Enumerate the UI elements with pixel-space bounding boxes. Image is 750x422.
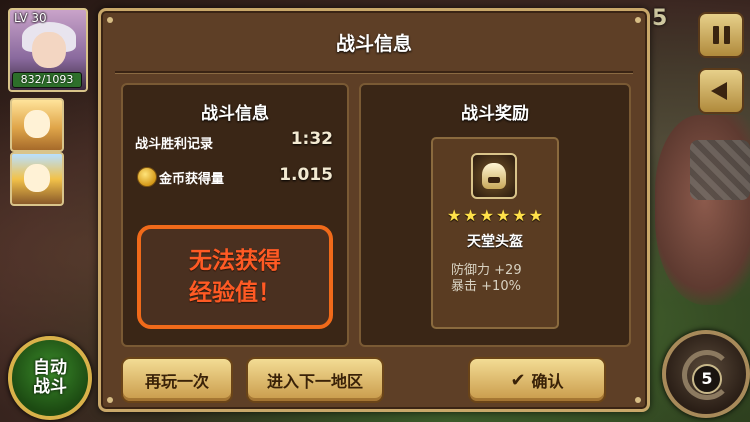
helmet-visor <box>488 177 500 183</box>
stat-label: 暴击 <box>451 279 478 294</box>
party-member-avatar[interactable] <box>10 152 64 206</box>
panel-rivet <box>107 397 113 403</box>
replay-button[interactable]: 再玩一次 <box>121 357 233 403</box>
star-icon: ★ <box>512 206 527 225</box>
battle-reward-section: 战斗奖励 ★ ★ ★ ★ ★ ★ 天堂头盔 防御力 +29 暴击 +10% <box>359 83 631 347</box>
horn-icon <box>711 82 727 100</box>
gold-gained-label: 金币获得量 <box>159 172 225 187</box>
auto-battle-button[interactable]: 自动 战斗 <box>8 336 92 420</box>
star-icon: ★ <box>528 206 544 225</box>
helmet-shape <box>482 163 506 189</box>
confirm-button[interactable]: ✔ 确认 <box>468 357 606 403</box>
victory-record-value: 1:32 <box>290 129 333 149</box>
battle-reward-title: 战斗奖励 <box>461 104 529 124</box>
panel-rivet <box>107 17 113 23</box>
star-icon: ★ <box>496 206 511 225</box>
star-icon: ★ <box>463 206 478 225</box>
star-icon: ★ <box>479 206 494 225</box>
auto-battle-label-2: 战斗 <box>33 377 67 397</box>
hero-avatar[interactable]: LV 30 832/1093 <box>8 8 88 92</box>
pause-button[interactable] <box>698 12 744 58</box>
item-rarity-stars: ★ ★ ★ ★ ★ ★ <box>437 207 553 225</box>
item-stat-defense: 防御力 +29 <box>451 263 522 278</box>
hero-level: LV 30 <box>14 11 47 25</box>
avatar-face <box>32 32 66 68</box>
star-icon: ★ <box>446 206 462 225</box>
gold-gained-value: 1.015 <box>279 165 333 185</box>
no-exp-warning: 无法获得 经验值！ <box>137 225 333 329</box>
next-area-button[interactable]: 进入下一地区 <box>246 357 384 403</box>
item-stat-crit: 暴击 +10% <box>451 279 521 294</box>
skill-button[interactable]: 5 <box>662 330 750 418</box>
battle-info-title: 战斗信息 <box>201 104 269 124</box>
stat-label: 防御力 <box>451 263 491 278</box>
stat-value: +29 <box>494 263 522 278</box>
reward-item-card[interactable]: ★ ★ ★ ★ ★ ★ 天堂头盔 防御力 +29 暴击 +10% <box>431 137 559 329</box>
coin-icon <box>137 167 157 187</box>
announcement-button[interactable] <box>698 68 744 114</box>
hp-text: 832/1093 <box>20 73 74 86</box>
item-name: 天堂头盔 <box>467 234 523 250</box>
helmet-icon <box>471 153 517 199</box>
dialog-title: 战斗信息 <box>335 33 412 55</box>
top-counter: 5 <box>652 6 668 31</box>
victory-record-label: 战斗胜利记录 <box>135 137 214 152</box>
check-icon: ✔ <box>510 369 526 391</box>
title-divider <box>115 71 633 73</box>
party-member-portrait <box>24 110 50 138</box>
enemy-scales <box>690 140 750 200</box>
panel-rivet <box>635 17 641 23</box>
auto-battle-label-1: 自动 <box>33 358 67 378</box>
stat-value: +10% <box>481 279 521 294</box>
party-member-avatar[interactable] <box>10 98 64 152</box>
skill-count: 5 <box>692 364 722 394</box>
battle-result-dialog: 战斗信息 战斗信息 战斗胜利记录 1:32 金币获得量 1.015 无法获得 经… <box>98 8 650 412</box>
party-member-portrait <box>24 164 50 192</box>
warning-line-2: 经验值！ <box>189 280 281 306</box>
pause-icon <box>712 26 730 44</box>
confirm-label: 确认 <box>531 372 564 391</box>
hp-bar: 832/1093 <box>12 72 82 88</box>
warning-line-1: 无法获得 <box>189 248 281 274</box>
battle-info-section: 战斗信息 战斗胜利记录 1:32 金币获得量 1.015 无法获得 经验值！ <box>121 83 349 347</box>
panel-rivet <box>635 397 641 403</box>
